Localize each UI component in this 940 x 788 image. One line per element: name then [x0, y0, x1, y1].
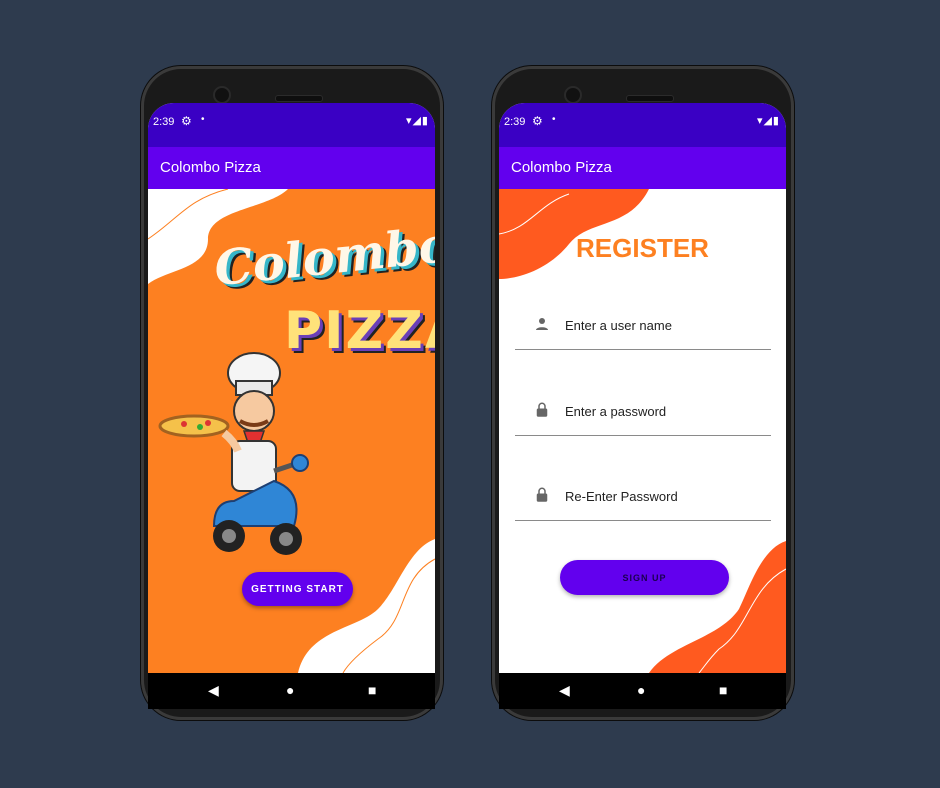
nav-bar: ◀ ● ■ [499, 673, 786, 709]
status-time: 2:39 [153, 116, 175, 128]
password-input[interactable] [563, 399, 767, 423]
nav-bar: ◀ ● ■ [148, 673, 435, 709]
wifi-signal-battery-icon: ▾◢▮ [756, 115, 780, 127]
screen-register: 2:39 ⚙ • ▾◢▮ Colombo Pizza REGISTER Ente… [499, 103, 786, 673]
status-bar: 2:39 ⚙ • ▾◢▮ [148, 103, 435, 147]
phone-right: 2:39 ⚙ • ▾◢▮ Colombo Pizza REGISTER Ente… [492, 66, 794, 720]
getting-start-button[interactable]: GETTING START [242, 572, 353, 606]
front-camera [213, 86, 231, 104]
front-camera [564, 86, 582, 104]
wifi-signal-battery-icon: ▾◢▮ [405, 115, 429, 127]
phone-left: 2:39 ⚙ • ▾◢▮ Colombo Pizza Colombo PIZZA [141, 66, 443, 720]
username-input[interactable] [563, 313, 767, 337]
app-bar: Colombo Pizza [148, 147, 435, 189]
earpiece-speaker [275, 95, 323, 102]
status-bar: 2:39 ⚙ • ▾◢▮ [499, 103, 786, 147]
recent-apps-icon[interactable]: ■ [368, 682, 376, 698]
earpiece-speaker [626, 95, 674, 102]
confirm-password-field[interactable] [515, 476, 771, 521]
recent-apps-icon[interactable]: ■ [719, 682, 727, 698]
sign-up-button[interactable]: SIGN UP [560, 560, 729, 595]
notification-dot-icon: • [552, 114, 556, 125]
home-icon[interactable]: ● [637, 682, 645, 698]
app-title: Colombo Pizza [160, 159, 261, 176]
app-bar: Colombo Pizza [499, 147, 786, 189]
username-field[interactable] [515, 305, 771, 350]
phone-top-bezel [492, 76, 794, 106]
back-icon[interactable]: ◀ [208, 682, 219, 699]
register-content: REGISTER Enter a user name SIGN UP [499, 189, 786, 673]
settings-gear-icon: ⚙ [181, 114, 192, 128]
status-time: 2:39 [504, 116, 526, 128]
screen-splash: 2:39 ⚙ • ▾◢▮ Colombo Pizza Colombo PIZZA [148, 103, 435, 673]
confirm-password-input[interactable] [563, 484, 767, 508]
register-heading: REGISTER [576, 233, 709, 263]
back-icon[interactable]: ◀ [559, 682, 570, 699]
lock-icon [536, 402, 548, 417]
password-field[interactable] [515, 391, 771, 436]
phone-top-bezel [141, 76, 443, 106]
chef-on-scooter-icon [158, 352, 309, 555]
lock-icon [536, 487, 548, 502]
splash-content: Colombo PIZZA [148, 189, 435, 673]
home-icon[interactable]: ● [286, 682, 294, 698]
person-icon [536, 318, 548, 330]
app-title: Colombo Pizza [511, 159, 612, 176]
notification-dot-icon: • [201, 114, 205, 125]
settings-gear-icon: ⚙ [532, 114, 543, 128]
